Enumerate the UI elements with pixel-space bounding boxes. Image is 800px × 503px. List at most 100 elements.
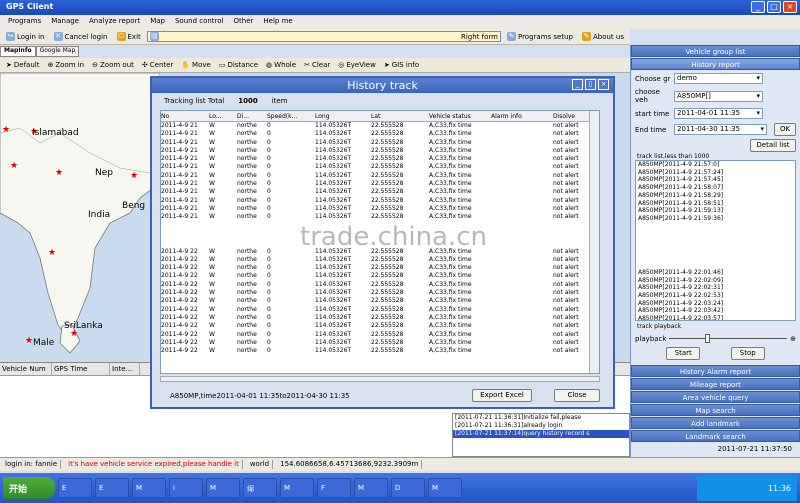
list-item[interactable]: A850MP[2011-4-9 22:03:42] [636, 307, 795, 315]
table-row[interactable]: 2011-4-9 22 Wnorthe 0 114.05326T 22.555528 A,… [161, 256, 599, 264]
start-button[interactable]: Start [666, 347, 701, 360]
list-item[interactable]: A850MP[2011-4-9 22:02:09] [636, 277, 795, 285]
col-inte[interactable]: Inte... [110, 363, 140, 375]
tab-mapinfo[interactable]: MapInfo [0, 46, 36, 57]
taskbar-item[interactable]: E [58, 478, 92, 498]
column-header[interactable]: Speed(k... [267, 111, 315, 121]
taskbar-item[interactable]: M [354, 478, 388, 498]
stop-button[interactable]: Stop [730, 347, 765, 360]
col-vehicle-num[interactable]: Vehicle Num [0, 363, 52, 375]
table-row[interactable]: 2011-4-9 22 Wnorthe 0 114.05326T 22.555528 A,… [161, 272, 599, 280]
ok-button[interactable]: OK [774, 123, 796, 136]
menu-manage[interactable]: Manage [51, 17, 79, 27]
default-tool[interactable]: ➤ Default [6, 60, 39, 70]
maximize-icon[interactable]: □ [767, 1, 781, 13]
list-item[interactable]: A850MP[2011-4-9 21:57:0] [636, 161, 795, 169]
section-vehicle-group-list[interactable]: Vehicle group list [631, 45, 800, 57]
menu-help[interactable]: Help me [263, 17, 292, 27]
section-add-landmark[interactable]: Add landmark [631, 417, 800, 429]
table-row[interactable]: 2011-4-9 22 Wnorthe 0 114.05326T 22.555528 A,… [161, 306, 599, 314]
choose-group-select[interactable]: demo ▾ [674, 73, 763, 84]
table-row[interactable]: 2011-4-9 21 Wnorthe 0 114.05326T 22.555528 A,… [161, 139, 599, 147]
list-item[interactable] [636, 230, 795, 238]
column-header[interactable]: Lo... [209, 111, 237, 121]
table-row[interactable]: 2011-4-9 21 Wnorthe 0 114.05326T 22.555528 A,… [161, 130, 599, 138]
table-row[interactable]: 2011-4-9 21 Wnorthe 0 114.05326T 22.555528 A,… [161, 147, 599, 155]
table-row[interactable]: 2011-4-9 21 Wnorthe 0 114.05326T 22.555528 A,… [161, 155, 599, 163]
horizontal-scrollbar[interactable] [160, 376, 600, 382]
list-item[interactable]: A850MP[2011-4-9 22:03:24] [636, 300, 795, 308]
table-row[interactable]: 2011-4-9 22 Wnorthe 0 114.05326T 22.555528 A,… [161, 339, 599, 347]
section-history-report[interactable]: History report [631, 58, 800, 70]
right-form-button[interactable]: ▤ Right form [146, 31, 501, 42]
taskbar-item[interactable]: E [95, 478, 129, 498]
column-header[interactable]: Alarm info [491, 111, 553, 121]
playback-slider[interactable] [669, 334, 788, 343]
table-row[interactable]: 2011-4-9 22 Wnorthe 0 114.05326T 22.555528 A,… [161, 331, 599, 339]
table-row[interactable]: 2011-4-9 21 Wnorthe 0 114.05326T 22.555528 A,… [161, 213, 599, 221]
about-us-button[interactable]: ✎ About us [579, 31, 627, 42]
taskbar-item[interactable]: i [169, 478, 203, 498]
column-header[interactable]: No [161, 111, 209, 121]
menu-map[interactable]: Map [150, 17, 165, 27]
section-landmark-search[interactable]: Landmark search [631, 430, 800, 442]
table-row[interactable]: 2011-4-9 21 Wnorthe 0 114.05326T 22.555528 A,… [161, 188, 599, 196]
list-item[interactable]: A850MP[2011-4-9 21:57:24] [636, 169, 795, 177]
close-icon[interactable]: × [598, 79, 609, 90]
column-header[interactable]: Di... [237, 111, 267, 121]
cancel-login-button[interactable]: ✕ Cancel login [51, 31, 111, 42]
table-row[interactable]: 2011-4-9 21 Wnorthe 0 114.05326T 22.555528 A,… [161, 122, 599, 130]
track-list[interactable]: A850MP[2011-4-9 21:57:0] A850MP[2011-4-9 … [635, 160, 796, 321]
list-item[interactable]: A850MP[2011-4-9 21:59:36] [636, 215, 795, 223]
gis-info-tool[interactable]: ➤ GIS info [384, 60, 419, 70]
zoom-out-tool[interactable]: ⊖ Zoom out [92, 60, 134, 70]
taskbar-item[interactable]: M [132, 478, 166, 498]
start-time-picker[interactable]: 2011-04-01 11:35 ▾ [674, 108, 763, 119]
section-area-vehicle-query[interactable]: Area vehicle query [631, 391, 800, 403]
section-mileage-report[interactable]: Mileage report [631, 378, 800, 390]
menu-analyze-report[interactable]: Analyze report [89, 17, 140, 27]
login-button[interactable]: ↪ Login in [3, 31, 48, 42]
list-item[interactable] [636, 238, 795, 246]
table-row[interactable]: 2011-4-9 21 Wnorthe 0 114.05326T 22.555528 A,… [161, 205, 599, 213]
eyeview-tool[interactable]: ◎ EyeView [338, 60, 376, 70]
programs-setup-button[interactable]: ✎ Programs setup [504, 31, 576, 42]
taskbar-item[interactable]: F [317, 478, 351, 498]
table-row[interactable]: 2011-4-9 22 Wnorthe 0 114.05326T 22.555528 A,… [161, 322, 599, 330]
list-item[interactable] [636, 246, 795, 254]
table-row[interactable]: 2011-4-9 21 Wnorthe 0 114.05326T 22.555528 A,… [161, 172, 599, 180]
move-tool[interactable]: ✋ Move [181, 60, 211, 70]
taskbar-item[interactable]: M [428, 478, 462, 498]
zoom-in-tool[interactable]: ⊕ Zoom in [47, 60, 84, 70]
column-header[interactable]: Vehicle status [429, 111, 491, 121]
table-row[interactable]: 2011-4-9 21 Wnorthe 0 114.05326T 22.555528 A,… [161, 197, 599, 205]
table-row[interactable]: 2011-4-9 22 Wnorthe 0 114.05326T 22.555528 A,… [161, 297, 599, 305]
section-history-alarm-report[interactable]: History Alarm report [631, 365, 800, 377]
export-excel-button[interactable]: Export Excel [472, 389, 532, 402]
tab-google-map[interactable]: Google Map [35, 46, 80, 57]
detail-list-button[interactable]: Detail list [750, 139, 796, 152]
section-map-search[interactable]: Map search [631, 404, 800, 416]
table-row[interactable]: 2011-4-9 22 Wnorthe 0 114.05326T 22.555528 A,… [161, 281, 599, 289]
menu-other[interactable]: Other [234, 17, 254, 27]
list-item[interactable] [636, 223, 795, 231]
list-item[interactable]: A850MP[2011-4-9 21:58:07] [636, 184, 795, 192]
plus-icon[interactable]: ⊕ [790, 335, 796, 343]
column-header[interactable]: Lat [371, 111, 429, 121]
exit-button[interactable]: ⏻ Exit [114, 31, 144, 42]
menu-sound-control[interactable]: Sound control [175, 17, 224, 27]
list-item[interactable]: A850MP[2011-4-9 22:02:31] [636, 284, 795, 292]
table-row[interactable]: 2011-4-9 22 Wnorthe 0 114.05326T 22.555528 A,… [161, 264, 599, 272]
menu-programs[interactable]: Programs [8, 17, 41, 27]
end-time-picker[interactable]: 2011-04-30 11:35 ▾ [674, 124, 767, 135]
list-item[interactable]: A850MP[2011-4-9 21:58:29] [636, 192, 795, 200]
taskbar-item[interactable]: D [391, 478, 425, 498]
maximize-icon[interactable]: ▯ [585, 79, 596, 90]
list-item[interactable]: A850MP[2011-4-9 21:58:51] [636, 200, 795, 208]
taskbar-item[interactable]: M [280, 478, 314, 498]
list-item[interactable] [636, 261, 795, 269]
whole-tool[interactable]: ◍ Whole [266, 60, 296, 70]
list-item[interactable]: A850MP[2011-4-9 22:02:53] [636, 292, 795, 300]
minimize-icon[interactable]: _ [751, 1, 765, 13]
col-gps-time[interactable]: GPS Time [52, 363, 110, 375]
